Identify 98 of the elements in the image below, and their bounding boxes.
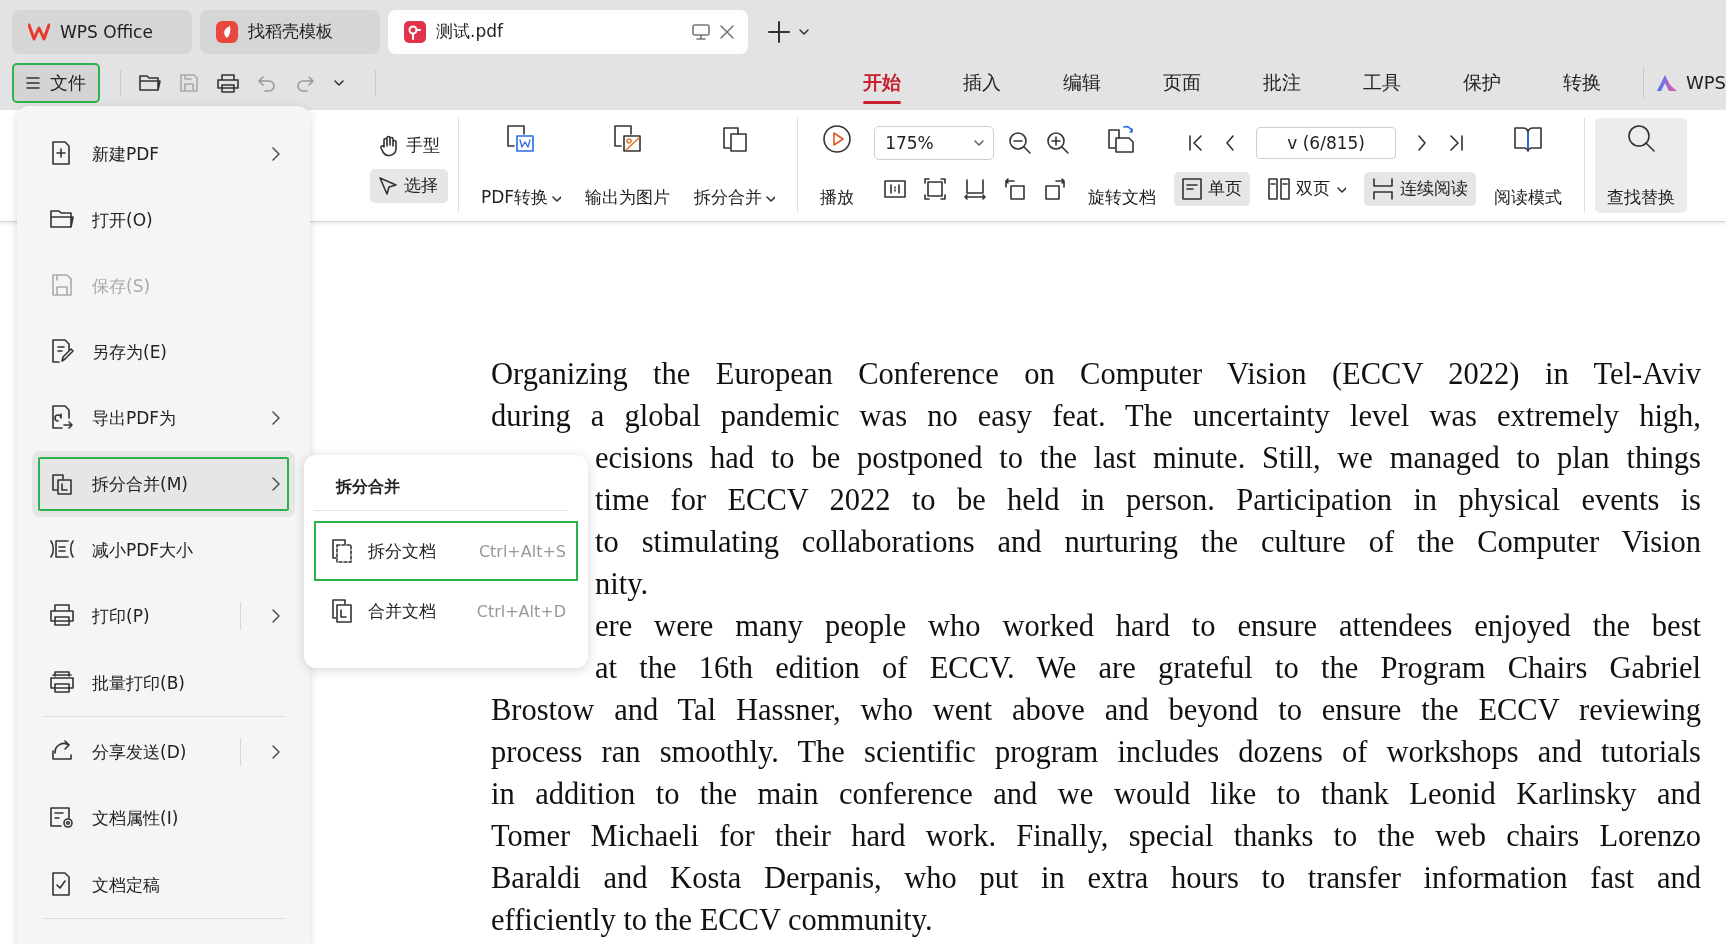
rotate-left-icon[interactable] <box>1004 177 1027 200</box>
batch-print-icon <box>50 670 76 696</box>
page-number-field[interactable]: v (6/815) <box>1256 126 1397 159</box>
last-page-icon[interactable] <box>1448 133 1465 152</box>
text-line: at the 16th edition of ECCV. We are grateful to the Program Chairs Gabriel <box>595 650 1701 687</box>
text-line: ere were many people who worked hard to ensure attendees enjoyed the best <box>595 608 1701 645</box>
text-line: to stimulating collaborations and nurturing the culture of the Computer Vision <box>595 524 1701 561</box>
save-as-icon <box>50 339 76 365</box>
fit-width-icon[interactable] <box>964 177 987 200</box>
menu-item[interactable]: 另存为(E) <box>32 319 295 385</box>
chevron-right-icon <box>271 410 281 426</box>
pdf-file-icon <box>404 20 426 43</box>
close-icon[interactable] <box>720 24 734 39</box>
zoom-in-icon[interactable] <box>1046 130 1071 155</box>
file-menu-button[interactable]: 文件 <box>12 62 100 103</box>
text-line: Organizing the European Conference on Computer Vision (ECCV 2022) in Tel-Aviv <box>491 356 1701 393</box>
text-line: ecisions had to be postponed to the last minute. Still, we managed to plan things <box>595 440 1701 477</box>
text-line: process ran smoothly. The scientific program includes dozens of workshops and tutorials <box>491 734 1701 771</box>
tab[interactable]: 测试.pdf <box>388 9 748 54</box>
rotate-document-button[interactable]: 旋转文档 <box>1076 118 1169 213</box>
text-line: Baraldi and Kosta Derpanis, who put in extra hours to transfer information fast and <box>491 860 1701 897</box>
text-line: Brostow and Tal Hassner, who went above and beyond to ensure the ECCV reviewing <box>491 692 1701 729</box>
ai-logo-icon <box>1655 73 1678 92</box>
text-line: efficiently to the ECCV community. <box>491 902 934 939</box>
monitor-icon[interactable] <box>692 23 710 40</box>
submenu-item[interactable]: 合并文档 Ctrl+Alt+D <box>314 581 578 641</box>
text-line: time for ECCV 2022 to be held in person. Participation in physical events is <box>595 482 1701 519</box>
ribbon-button[interactable]: 输出为图片 <box>573 118 683 213</box>
split-document-icon <box>330 539 354 563</box>
select-tool-button[interactable]: 选择 <box>370 168 448 203</box>
wps-logo-icon <box>28 22 50 41</box>
menu-icon <box>26 75 40 90</box>
ribbon-tab[interactable]: 转换 <box>1542 55 1643 110</box>
text-line: nity. <box>595 566 650 603</box>
view-mode-button[interactable]: 单页 <box>1174 171 1251 206</box>
reading-mode-button[interactable]: 阅读模式 <box>1482 118 1575 213</box>
hand-tool-button[interactable]: 手型 <box>370 128 448 163</box>
ribbon-button[interactable]: 拆分合并 <box>682 118 788 213</box>
shortcut-label: Ctrl+Alt+S <box>478 541 566 561</box>
menu-item[interactable]: 文档属性(I) <box>32 785 295 851</box>
play-icon <box>822 124 853 154</box>
zoom-dropdown[interactable]: 175% <box>874 125 995 160</box>
ribbon-tab[interactable]: 编辑 <box>1042 55 1143 110</box>
continuous-pages-icon <box>1372 177 1395 200</box>
ribbon-tab[interactable]: 批注 <box>1242 55 1343 110</box>
zoom-out-icon[interactable] <box>1008 130 1033 155</box>
text-line: during a global pandemic was no easy feat. The uncertainty level was extremely high, <box>491 398 1701 435</box>
menu-item[interactable]: 打印(P) <box>32 583 295 649</box>
previous-page-icon[interactable] <box>1224 133 1237 152</box>
find-replace-button[interactable]: 查找替换 <box>1595 118 1688 213</box>
ribbon-tab[interactable]: 保护 <box>1442 55 1543 110</box>
tab[interactable]: WPS Office <box>12 9 192 54</box>
fit-page-icon[interactable] <box>924 177 947 200</box>
text-line: Tomer Michaeli for their hard work. Finally, special thanks to the web chairs Lorenzo <box>491 818 1701 855</box>
menu-item[interactable]: 导出PDF为 <box>32 385 295 451</box>
cursor-icon <box>378 175 398 196</box>
hand-icon <box>378 134 400 157</box>
shortcut-label: Ctrl+Alt+D <box>476 601 566 621</box>
folder-icon[interactable] <box>139 72 161 93</box>
menu-item[interactable]: 打开(O) <box>32 187 295 253</box>
first-page-icon[interactable] <box>1188 133 1205 152</box>
chevron-right-icon <box>271 146 281 162</box>
submenu-item[interactable]: 拆分文档 Ctrl+Alt+S <box>314 521 578 581</box>
menu-item[interactable]: 拆分合并(M) <box>32 451 295 517</box>
ribbon-tab[interactable]: 插入 <box>942 55 1043 110</box>
properties-icon <box>50 805 76 831</box>
actual-size-icon[interactable] <box>884 177 907 200</box>
menu-item[interactable]: 减小PDF大小 <box>32 517 295 583</box>
page-export-icon <box>506 124 537 154</box>
chevron-right-icon <box>271 744 281 760</box>
print-icon <box>50 603 76 629</box>
ribbon-button[interactable]: PDF转换 <box>469 118 574 213</box>
ribbon-tab[interactable]: 工具 <box>1342 55 1443 110</box>
single-page-icon <box>1182 177 1203 200</box>
two-pages-icon <box>1268 177 1291 200</box>
view-mode-button[interactable]: 双页 <box>1260 171 1355 206</box>
chevron-right-icon <box>271 476 281 492</box>
rotate-right-icon[interactable] <box>1044 177 1067 200</box>
export-icon <box>50 405 76 431</box>
book-icon <box>1513 124 1544 154</box>
ribbon-button[interactable]: 播放 <box>808 118 867 213</box>
text-line: in addition to the main conference and we would like to thank Leonid Karlinsky and <box>491 776 1701 813</box>
chevron-right-icon <box>271 608 281 624</box>
search-icon <box>1626 124 1657 154</box>
submenu-title: 拆分合并 <box>314 477 568 511</box>
view-mode-button[interactable]: 连续阅读 <box>1364 171 1477 206</box>
tab[interactable]: 找稻壳模板 <box>200 9 380 54</box>
image-export-icon <box>612 124 643 154</box>
menu-item[interactable]: 新建PDF <box>32 121 295 187</box>
next-page-icon[interactable] <box>1416 133 1429 152</box>
ribbon-tab[interactable]: 开始 <box>842 55 943 110</box>
ribbon-tab[interactable]: 页面 <box>1142 55 1243 110</box>
merge-document-icon <box>330 599 354 623</box>
account-label[interactable]: WPS <box>1685 72 1726 93</box>
print-icon[interactable] <box>217 72 239 93</box>
plus-icon[interactable] <box>768 20 790 43</box>
leaf-logo-icon <box>216 20 238 43</box>
menu-item[interactable]: 分享发送(D) <box>32 719 295 785</box>
